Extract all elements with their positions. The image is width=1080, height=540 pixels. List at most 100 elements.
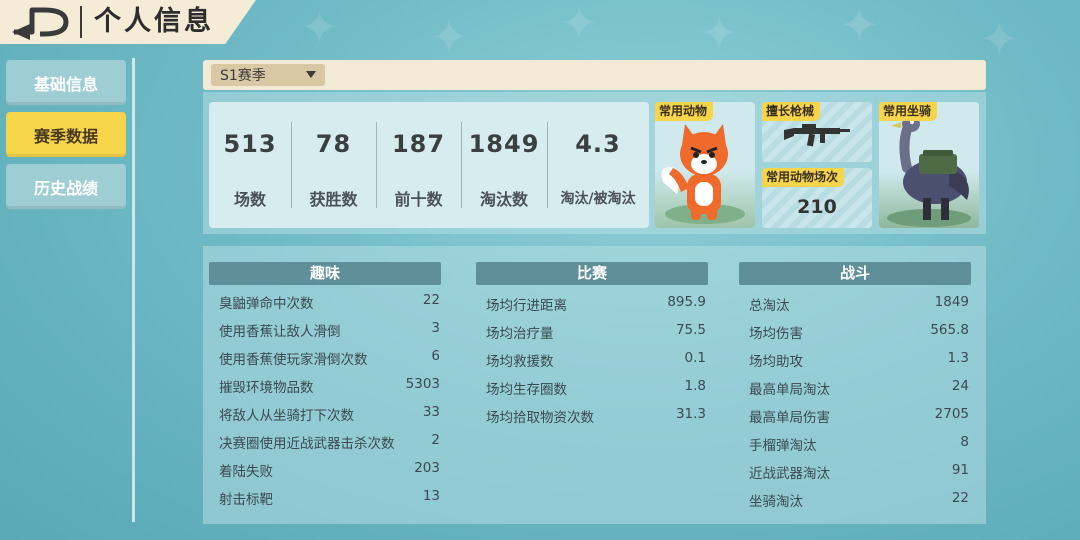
stat-row-label: 场均生存圈数 <box>486 382 567 398</box>
stat-row-label: 总淘汰 <box>749 298 790 314</box>
card-tag: 擅长枪械 <box>762 102 821 121</box>
stat-row: 着陆失败 203 <box>219 460 440 482</box>
stat-row-label: 使用香蕉使玩家滑倒次数 <box>219 352 368 368</box>
stat-label: 前十数 <box>394 190 443 209</box>
match-column-header: 比赛 <box>476 262 708 285</box>
stat-label: 淘汰数 <box>479 190 528 209</box>
back-arrow-icon <box>12 7 69 40</box>
stat-row-value: 565.8 <box>930 322 969 338</box>
stat-row: 使用香蕉使玩家滑倒次数 6 <box>219 348 440 370</box>
combat-column-header: 战斗 <box>739 262 971 285</box>
stat-row-value: 22 <box>951 490 969 506</box>
stat-row-value: 0.1 <box>684 350 706 366</box>
stat-row-label: 着陆失败 <box>219 464 273 480</box>
season-bar: S1赛季 <box>203 60 986 90</box>
stat-row-value: 24 <box>951 378 969 394</box>
stat-label: 场数 <box>233 190 266 209</box>
stat-row-label: 将敌人从坐骑打下次数 <box>219 408 354 424</box>
card-tag: 常用动物场次 <box>762 168 845 187</box>
favorite-mount-card[interactable]: 常用坐骑 <box>879 102 979 228</box>
stat-row: 最高单局淘汰 24 <box>749 378 969 400</box>
sidebar-divider <box>132 58 135 522</box>
stat-row-value: 91 <box>951 462 969 478</box>
stat-top10: 187 前十数 <box>376 102 461 228</box>
sidebar-item-basic-info[interactable]: 基础信息 <box>6 60 126 105</box>
sidebar-item-season-data[interactable]: 赛季数据 <box>6 112 126 157</box>
stat-row: 总淘汰 1849 <box>749 294 969 316</box>
stat-row-value: 75.5 <box>675 322 706 338</box>
stat-row-value: 8 <box>960 434 969 450</box>
back-button[interactable] <box>10 2 74 42</box>
card-tag: 常用动物 <box>655 102 714 121</box>
stat-row: 最高单局伤害 2705 <box>749 406 969 428</box>
sidebar: 基础信息 赛季数据 历史战绩 <box>6 60 128 216</box>
stat-row-value: 33 <box>422 404 440 420</box>
stat-row: 场均救援数 0.1 <box>486 350 706 372</box>
card-tag: 常用坐骑 <box>879 102 938 121</box>
stat-row: 射击标靶 13 <box>219 488 440 510</box>
stat-row-value: 6 <box>431 348 440 364</box>
stat-row-value: 2 <box>431 432 440 448</box>
stat-value: 78 <box>315 130 352 158</box>
chevron-down-icon <box>306 71 316 78</box>
stat-row-label: 场均行进距离 <box>486 298 567 314</box>
stat-row-label: 射击标靶 <box>219 492 273 508</box>
stat-row: 手榴弹淘汰 8 <box>749 434 969 456</box>
season-dropdown-label: S1赛季 <box>220 68 266 84</box>
stat-row: 近战武器淘汰 91 <box>749 462 969 484</box>
stat-row-label: 场均治疗量 <box>486 326 554 342</box>
stat-row-label: 最高单局伤害 <box>749 410 830 426</box>
season-dropdown[interactable]: S1赛季 <box>211 64 325 86</box>
stat-row: 场均伤害 565.8 <box>749 322 969 344</box>
stat-value: 1849 <box>468 130 540 158</box>
stat-row: 场均助攻 1.3 <box>749 350 969 372</box>
favorite-animal-matches-card: 常用动物场次 210 <box>762 168 872 228</box>
favorite-animal-card[interactable]: 常用动物 <box>655 102 755 228</box>
stat-row-label: 场均伤害 <box>749 326 803 342</box>
favorite-weapon-card[interactable]: 擅长枪械 <box>762 102 872 162</box>
stat-row-label: 决赛圈使用近战武器击杀次数 <box>219 436 395 452</box>
stat-row: 场均生存圈数 1.8 <box>486 378 706 400</box>
fun-column-header: 趣味 <box>209 262 441 285</box>
stat-row: 场均治疗量 75.5 <box>486 322 706 344</box>
stat-row-value: 895.9 <box>667 294 706 310</box>
stat-row-value: 22 <box>422 292 440 308</box>
stat-matches: 513 场数 <box>209 102 291 228</box>
stat-row-label: 场均拾取物资次数 <box>486 410 594 426</box>
page-title: 个人信息 <box>94 6 214 37</box>
stat-row: 摧毁环境物品数 5303 <box>219 376 440 398</box>
stat-value: 187 <box>391 130 446 158</box>
stat-row: 场均行进距离 895.9 <box>486 294 706 316</box>
stat-eliminations: 1849 淘汰数 <box>461 102 547 228</box>
stat-row-value: 1.3 <box>947 350 969 366</box>
stat-row-value: 31.3 <box>675 406 706 422</box>
stat-row-label: 使用香蕉让敌人滑倒 <box>219 324 341 340</box>
summary-stats: 513 场数 78 获胜数 187 前十数 1849 淘汰数 4.3 淘汰/被淘… <box>209 102 649 228</box>
stat-row: 使用香蕉让敌人滑倒 3 <box>219 320 440 342</box>
stat-row: 将敌人从坐骑打下次数 33 <box>219 404 440 426</box>
stat-wins: 78 获胜数 <box>291 102 376 228</box>
stat-label: 淘汰/被淘汰 <box>560 191 636 207</box>
stat-kd: 4.3 淘汰/被淘汰 <box>547 102 649 228</box>
sidebar-item-history[interactable]: 历史战绩 <box>6 164 126 209</box>
stat-row-value: 13 <box>422 488 440 504</box>
stat-row-label: 坐骑淘汰 <box>749 494 803 510</box>
favorite-animal-matches-value: 210 <box>797 196 837 218</box>
stat-row-label: 手榴弹淘汰 <box>749 438 817 454</box>
stat-row: 场均拾取物资次数 31.3 <box>486 406 706 428</box>
stat-row-value: 2705 <box>934 406 969 422</box>
stat-row-label: 最高单局淘汰 <box>749 382 830 398</box>
stat-row: 决赛圈使用近战武器击杀次数 2 <box>219 432 440 454</box>
stat-row-value: 1.8 <box>684 378 706 394</box>
stat-row-label: 臭鼬弹命中次数 <box>219 296 314 312</box>
stat-value: 513 <box>223 130 277 158</box>
stat-row-value: 5303 <box>405 376 440 392</box>
stat-row-value: 3 <box>431 320 440 336</box>
stat-row-label: 近战武器淘汰 <box>749 466 830 482</box>
stat-row-value: 203 <box>414 460 440 476</box>
header-divider <box>80 6 82 38</box>
stat-row-label: 场均助攻 <box>749 354 803 370</box>
stat-row-value: 1849 <box>934 294 969 310</box>
stat-row-label: 摧毁环境物品数 <box>219 380 314 396</box>
stat-row: 臭鼬弹命中次数 22 <box>219 292 440 314</box>
